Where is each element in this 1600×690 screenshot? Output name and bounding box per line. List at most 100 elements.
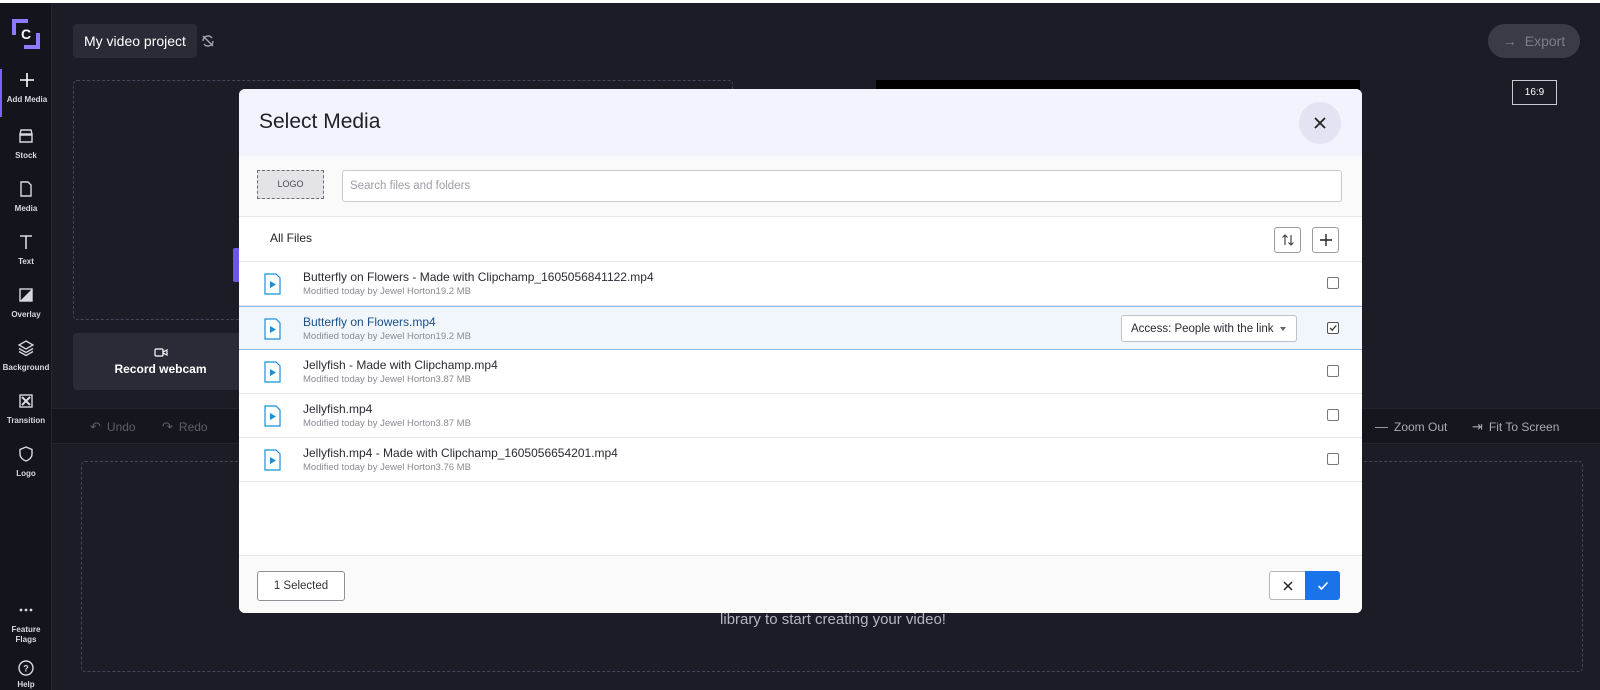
select-media-dialog: Select Media LOGO All Files Butterfly on… — [239, 89, 1362, 613]
sidebar-item-background[interactable]: Background — [0, 337, 52, 385]
camera-icon — [153, 348, 168, 357]
redo-icon: ↷ — [162, 419, 173, 434]
sidebar-item-text[interactable]: Text — [0, 231, 52, 279]
caret-down-icon — [1280, 327, 1286, 331]
dialog-title: Select Media — [259, 110, 381, 133]
sidebar-item-stock[interactable]: Stock — [0, 125, 52, 173]
video-file-icon — [264, 361, 281, 383]
sort-button[interactable] — [1274, 227, 1301, 253]
project-title[interactable]: My video project — [73, 24, 197, 58]
selected-count-button[interactable]: 1 Selected — [257, 571, 345, 601]
timeline-hint: library to start creating your video! — [720, 611, 946, 628]
sidebar-item-label: Add Media — [6, 95, 48, 104]
sort-icon — [1281, 234, 1294, 246]
new-folder-button[interactable] — [1312, 227, 1339, 253]
zoom-out-button[interactable]: — Zoom Out — [1375, 419, 1447, 434]
file-name: Jellyfish.mp4 — [303, 402, 373, 416]
file-checkbox[interactable] — [1327, 365, 1339, 377]
sidebar-item-overlay[interactable]: Overlay — [0, 284, 52, 332]
access-value: Access: People with the link — [1131, 322, 1274, 335]
sidebar-item-media[interactable]: Media — [0, 178, 52, 226]
file-meta: Modified today by Jewel Horton19.2 MB — [303, 331, 471, 342]
file-meta: Modified today by Jewel Horton19.2 MB — [303, 286, 471, 297]
file-row[interactable]: Butterfly on Flowers.mp4 Modified today … — [239, 306, 1362, 350]
record-webcam-label: Record webcam — [114, 362, 207, 376]
file-row[interactable]: Butterfly on Flowers - Made with Clipcha… — [239, 262, 1362, 306]
text-icon — [20, 235, 32, 249]
video-file-icon — [264, 405, 281, 427]
plus-icon — [1319, 234, 1332, 246]
svg-text:C: C — [21, 26, 31, 42]
file-name: Butterfly on Flowers - Made with Clipcha… — [303, 270, 654, 284]
provider-logo-placeholder: LOGO — [257, 170, 324, 199]
file-checkbox[interactable] — [1327, 453, 1339, 465]
file-meta: Modified today by Jewel Horton3.87 MB — [303, 418, 471, 429]
file-row[interactable]: Jellyfish.mp4 Modified today by Jewel Ho… — [239, 394, 1362, 438]
minus-icon: — — [1375, 419, 1388, 434]
sidebar-item-logo[interactable]: Logo — [0, 443, 52, 491]
fit-arrows-icon: ⇥ — [1472, 419, 1483, 434]
sidebar: C Add Media Stock Media Text Overlay Bac… — [0, 3, 52, 690]
file-row[interactable]: Jellyfish.mp4 - Made with Clipchamp_1605… — [239, 438, 1362, 482]
transition-icon — [19, 394, 33, 408]
close-icon — [1314, 117, 1326, 129]
close-button[interactable] — [1299, 102, 1341, 144]
sidebar-item-label: Stock — [15, 151, 37, 160]
sidebar-item-add-media[interactable]: Add Media — [0, 69, 52, 117]
file-row[interactable]: Jellyfish - Made with Clipchamp.mp4 Modi… — [239, 350, 1362, 394]
plus-icon — [20, 73, 34, 87]
cancel-button[interactable] — [1269, 571, 1305, 600]
breadcrumb[interactable]: All Files — [270, 231, 312, 245]
sidebar-item-label: Help — [17, 680, 35, 689]
access-dropdown[interactable]: Access: People with the link — [1121, 315, 1297, 342]
sidebar-item-label: Background — [2, 363, 50, 372]
check-icon — [1317, 581, 1328, 590]
check-icon — [1329, 325, 1337, 332]
sync-off-icon — [202, 35, 214, 47]
sidebar-item-label: Text — [18, 257, 34, 266]
svg-text:?: ? — [23, 664, 29, 674]
file-name: Butterfly on Flowers.mp4 — [303, 315, 436, 329]
shield-icon — [19, 446, 33, 462]
search-input[interactable] — [342, 170, 1342, 202]
aspect-ratio-button[interactable]: 16:9 — [1512, 80, 1557, 105]
sidebar-item-help[interactable]: ? Help — [0, 657, 52, 690]
export-button[interactable]: → Export — [1488, 24, 1580, 58]
redo-button[interactable]: ↷ Redo — [162, 419, 208, 435]
video-file-icon — [264, 449, 281, 471]
fit-to-screen-button[interactable]: ⇥ Fit To Screen — [1472, 419, 1559, 435]
dialog-footer: 1 Selected — [239, 555, 1362, 613]
sidebar-item-label: Transition — [6, 416, 46, 425]
file-checkbox[interactable] — [1327, 322, 1339, 334]
overlay-icon — [19, 288, 33, 302]
sidebar-item-label: Overlay — [11, 310, 41, 319]
file-name: Jellyfish.mp4 - Made with Clipchamp_1605… — [303, 446, 618, 460]
confirm-button[interactable] — [1305, 571, 1340, 600]
dialog-header: Select Media — [239, 89, 1362, 156]
undo-label: Undo — [106, 420, 136, 434]
file-checkbox[interactable] — [1327, 277, 1339, 289]
fit-to-screen-label: Fit To Screen — [1488, 420, 1560, 434]
search-row: LOGO — [239, 156, 1362, 217]
file-meta: Modified today by Jewel Horton3.87 MB — [303, 374, 471, 385]
files-header: All Files — [239, 217, 1362, 262]
more-dots-icon — [19, 608, 33, 612]
sidebar-item-transition[interactable]: Transition — [0, 390, 52, 438]
file-meta: Modified today by Jewel Horton3.76 MB — [303, 462, 471, 473]
undo-button[interactable]: ↶ Undo — [90, 419, 136, 435]
close-icon — [1282, 580, 1293, 591]
file-icon — [20, 181, 32, 197]
file-name: Jellyfish - Made with Clipchamp.mp4 — [303, 358, 498, 372]
sidebar-item-label: Logo — [16, 469, 36, 478]
sidebar-item-label: Media — [14, 204, 38, 213]
redo-label: Redo — [178, 420, 208, 434]
video-file-icon — [264, 273, 281, 295]
record-webcam-button[interactable]: Record webcam — [73, 333, 248, 390]
sidebar-item-feature-flags[interactable]: Feature Flags — [0, 599, 52, 647]
clipchamp-logo[interactable]: C — [10, 17, 42, 51]
file-checkbox[interactable] — [1327, 409, 1339, 421]
stock-icon — [19, 129, 33, 143]
zoom-out-label: Zoom Out — [1394, 419, 1448, 434]
sidebar-item-label: Feature Flags — [11, 625, 41, 644]
undo-icon: ↶ — [90, 419, 101, 434]
